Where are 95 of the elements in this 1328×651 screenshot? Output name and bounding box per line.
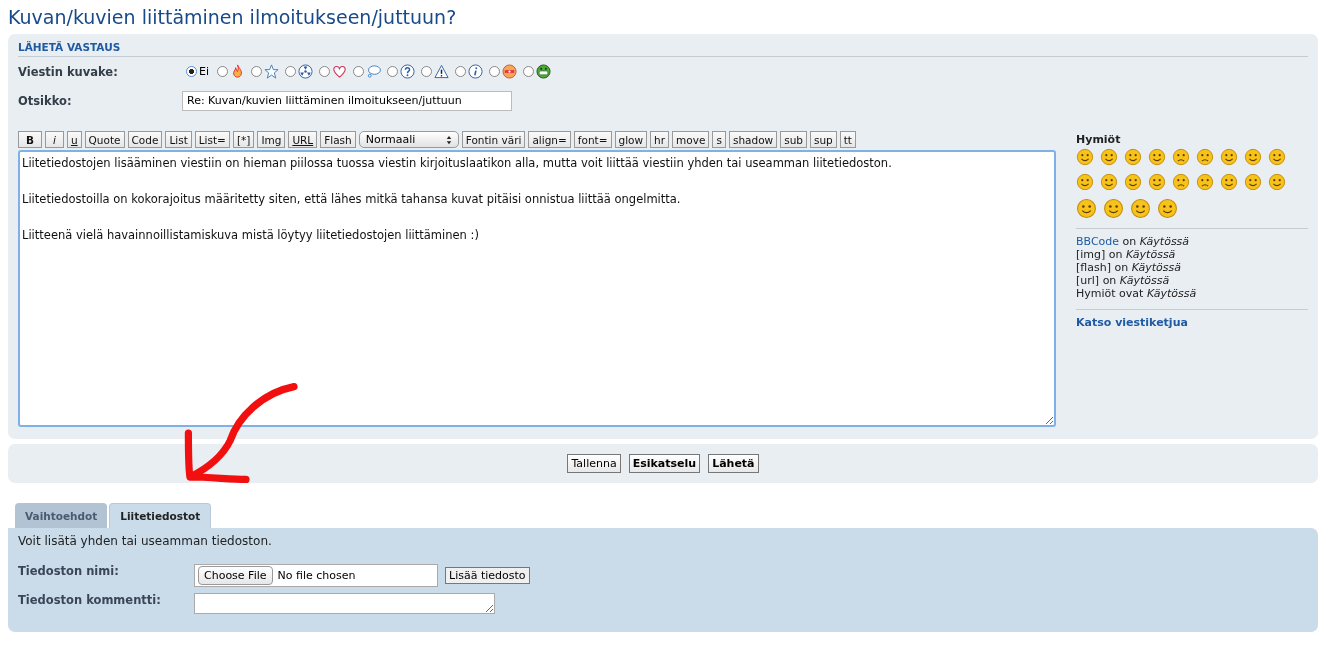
radio-button[interactable] — [319, 66, 330, 77]
view-thread-link[interactable]: Katso viestiketjua — [1076, 316, 1188, 329]
smilies-heading: Hymiöt — [1076, 133, 1122, 146]
choose-file-button[interactable]: Choose File — [198, 566, 273, 585]
status-line: BBCode on Käytössä — [1076, 235, 1191, 248]
radio-button[interactable] — [489, 66, 500, 77]
smiley-icon[interactable] — [1157, 198, 1178, 219]
format-button[interactable]: [*] — [232, 131, 255, 148]
smiley-icon[interactable] — [1220, 148, 1238, 166]
field-label: Tiedoston kommentti: — [18, 593, 162, 607]
submit-button[interactable]: Lähetä — [708, 454, 759, 473]
page-title: Kuvan/kuvien liittäminen ilmoitukseen/juttuun? — [8, 5, 458, 30]
field-label: Otsikko: — [18, 93, 73, 108]
message-textarea[interactable]: Liitetiedostojen lisääminen viestiin on hieman piilossa tuossa viestin kirjoituslaatikon alla, mutta voit liittää viestiin yhden tai useamman liitetiedoston. Liitetiedostoilla on kokorajoitus määritetty siten, että lähes mitkä tahansa kuvat pitäisi onnistua liittää ongelmitta. Liitteenä vielä havainnoillistamiskuva mistä löytyy liitetiedostojen liittäminen :) — [18, 150, 1056, 427]
smiley-icon — [502, 64, 517, 79]
italic-button[interactable]: i — [45, 131, 64, 148]
format-button[interactable]: List — [165, 131, 192, 148]
smiley-icon[interactable] — [1103, 198, 1124, 219]
status-line: [img] on Käytössä — [1076, 248, 1177, 261]
smiley-icon[interactable] — [1100, 148, 1118, 166]
submit-button[interactable]: Esikatselu — [628, 454, 701, 473]
format-button[interactable]: u — [66, 131, 82, 148]
format-button[interactable]: align= — [528, 131, 571, 148]
format-button[interactable]: shadow — [728, 131, 778, 148]
smiley-icon[interactable] — [1196, 148, 1214, 166]
panel-heading: LÄHETÄ VASTAUS — [18, 36, 1308, 57]
format-button[interactable]: Fontin väri — [461, 131, 526, 148]
smiley-icon[interactable] — [1244, 148, 1262, 166]
bold-button[interactable]: B — [18, 131, 42, 148]
comment-field[interactable] — [194, 593, 495, 614]
font-size-dropdown[interactable]: Normaali — [358, 131, 459, 148]
updown-icon — [445, 134, 452, 145]
format-button[interactable]: Code — [127, 131, 163, 148]
radio-button[interactable] — [455, 66, 466, 77]
submit-button[interactable]: Tallenna — [567, 454, 621, 473]
format-button[interactable]: s — [712, 131, 726, 148]
smiley-icon[interactable] — [1130, 198, 1151, 219]
format-button[interactable]: Quote — [84, 131, 125, 148]
field-label: Viestin kuvake: — [18, 64, 119, 79]
radio-button[interactable] — [251, 66, 262, 77]
field-label: Tiedoston nimi: — [18, 564, 120, 578]
smiley-icon[interactable] — [1244, 173, 1262, 191]
smiley-icon[interactable] — [1076, 148, 1094, 166]
smiley-icon[interactable] — [1220, 173, 1238, 191]
format-button[interactable]: sup — [809, 131, 837, 148]
radio-button[interactable] — [186, 66, 197, 77]
thought-bubble-icon — [366, 64, 381, 79]
format-button[interactable]: sub — [780, 131, 807, 148]
smiley-icon[interactable] — [1268, 173, 1286, 191]
radio-label: Ei — [199, 65, 209, 78]
format-button[interactable]: URL — [288, 131, 318, 148]
heart-icon — [332, 64, 347, 79]
flame-icon — [230, 64, 245, 79]
status-line: [flash] on Käytössä — [1076, 261, 1182, 274]
smiley-icon[interactable] — [1076, 198, 1097, 219]
file-input[interactable]: Choose File No file chosen — [194, 564, 438, 587]
info-icon — [468, 64, 483, 79]
format-button[interactable]: glow — [614, 131, 648, 148]
tab[interactable]: Vaihtoehdot — [15, 503, 108, 528]
format-button[interactable]: Flash — [320, 131, 356, 148]
smiley-icon[interactable] — [1196, 173, 1214, 191]
smiley-icon[interactable] — [1076, 173, 1094, 191]
format-button[interactable]: font= — [573, 131, 612, 148]
format-button[interactable]: Img — [257, 131, 286, 148]
smiley-icon[interactable] — [1124, 148, 1142, 166]
smiley-icon[interactable] — [1148, 148, 1166, 166]
add-file-button[interactable]: Lisää tiedosto — [445, 567, 530, 584]
tab[interactable]: Liitetiedostot — [109, 503, 212, 528]
radiation-icon — [298, 64, 313, 79]
radio-button[interactable] — [523, 66, 534, 77]
radio-button[interactable] — [285, 66, 296, 77]
radio-button[interactable] — [421, 66, 432, 77]
radio-button[interactable] — [217, 66, 228, 77]
file-status: No file chosen — [277, 569, 356, 582]
format-button[interactable]: tt — [839, 131, 856, 148]
format-button[interactable]: move — [672, 131, 710, 148]
subject-field[interactable]: Re: Kuvan/kuvien liittäminen ilmoitukseen/juttuun — [182, 90, 512, 111]
smiley-icon[interactable] — [1100, 173, 1118, 191]
question-icon — [400, 64, 415, 79]
format-button[interactable]: List= — [194, 131, 230, 148]
smiley-icon[interactable] — [1268, 148, 1286, 166]
bbcode-link[interactable]: BBCode — [1076, 235, 1120, 248]
attachments-intro: Voit lisätä yhden tai useamman tiedoston. — [18, 534, 273, 548]
smiley-icon[interactable] — [1172, 148, 1190, 166]
smiley-icon[interactable] — [1172, 173, 1190, 191]
status-line: Hymiöt ovat Käytössä — [1076, 287, 1198, 300]
warning-icon — [434, 64, 449, 79]
smiley-icon[interactable] — [1124, 173, 1142, 191]
radio-button[interactable] — [387, 66, 398, 77]
status-line: [url] on Käytössä — [1076, 274, 1171, 287]
star-icon — [264, 64, 279, 79]
smiley-icon[interactable] — [1148, 173, 1166, 191]
grin-icon — [536, 64, 551, 79]
format-button[interactable]: hr — [650, 131, 670, 148]
radio-button[interactable] — [353, 66, 364, 77]
